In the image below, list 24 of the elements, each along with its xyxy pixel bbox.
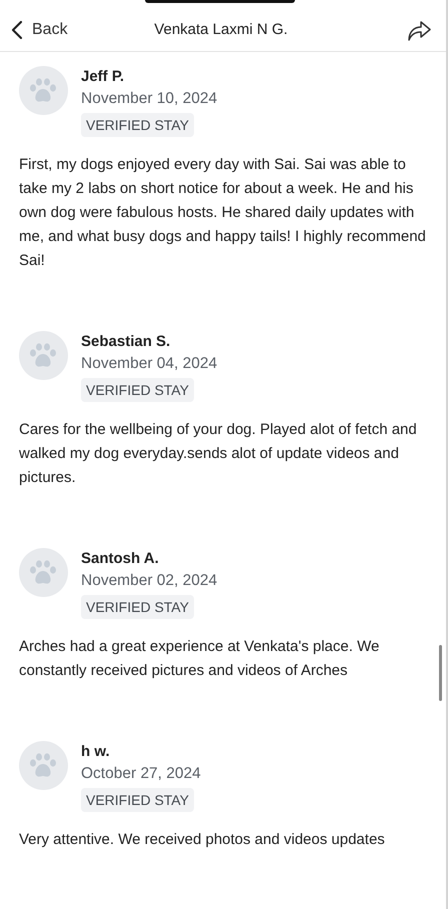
review-text: Arches had a great experience at Venkata's place. We constantly received pictures and videos of Arches <box>19 637 380 681</box>
reviewer-name: Jeff P. <box>81 68 124 85</box>
avatar-paw-icon <box>19 548 68 597</box>
review-text: First, my dogs enjoyed every day with Sai. Sai was able to take my 2 labs on short notice for about a week. He and his own dog were fabulous hosts. He shared daily updates with me, and what busy dogs and happy tails! I highly recommend Sai! <box>19 155 427 271</box>
reviewer-name: Sebastian S. <box>81 333 170 350</box>
review-date: November 10, 2024 <box>81 90 218 108</box>
back-button[interactable]: Back <box>10 20 68 40</box>
avatar-paw-icon <box>19 331 68 380</box>
review-date: October 27, 2024 <box>81 765 201 783</box>
verified-stay-badge: VERIFIED STAY <box>81 595 194 619</box>
verified-stay-badge: VERIFIED STAY <box>81 788 194 812</box>
avatar-paw-icon <box>19 66 68 115</box>
chevron-left-icon <box>10 20 24 40</box>
verified-stay-badge: VERIFIED STAY <box>81 113 194 137</box>
review-text: Cares for the wellbeing of your dog. Played alot of fetch and walked my dog everyday.sends alot of update videos and pictures. <box>19 420 418 488</box>
scrollbar <box>439 645 442 701</box>
reviewer-name: Santosh A. <box>81 550 159 567</box>
review-text: Very attentive. We received photos and videos updates <box>19 830 386 850</box>
review-date: November 02, 2024 <box>81 572 218 590</box>
reviewer-name: h w. <box>81 743 110 760</box>
verified-stay-badge: VERIFIED STAY <box>81 378 194 402</box>
avatar-paw-icon <box>19 741 68 790</box>
review-date: November 04, 2024 <box>81 355 218 373</box>
page-title: Venkata Laxmi N G. <box>154 21 288 38</box>
